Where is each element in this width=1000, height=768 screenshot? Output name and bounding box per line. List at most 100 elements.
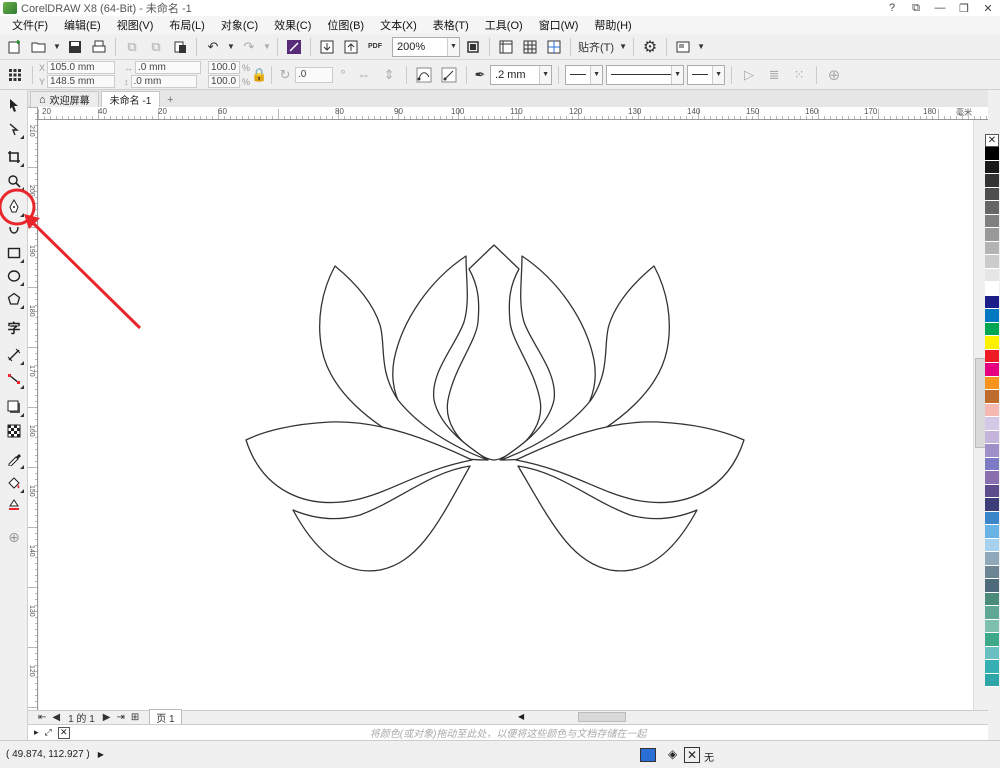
new-document-icon[interactable] [4,36,26,58]
scale-x-field[interactable]: 100.0 [208,61,241,74]
add-icon[interactable]: ⊕ [823,64,845,86]
text-tool-icon[interactable]: 字 [3,316,25,338]
options-gear-icon[interactable]: ⚙ [639,36,661,58]
color-swatch[interactable] [985,336,999,350]
color-swatch[interactable] [985,525,999,539]
shape-tool-icon[interactable] [3,118,25,140]
copy-icon[interactable]: ⧉ [145,36,167,58]
auto-close-curve-icon[interactable] [413,64,435,86]
menu-effects[interactable]: 效果(C) [266,17,319,33]
horizontal-ruler[interactable]: 20 40 20 60 80 90 100 110 120 130 140 15… [38,107,988,120]
interactive-fill-tool-icon[interactable] [3,472,25,494]
show-grid-icon[interactable] [519,36,541,58]
pen-preview-icon[interactable] [438,64,460,86]
object-origin-icon[interactable] [4,64,26,86]
launcher-dropdown-icon[interactable]: ▼ [696,36,706,58]
open-dropdown-icon[interactable]: ▼ [52,36,62,58]
color-swatch[interactable] [985,255,999,269]
connector-tool-icon[interactable] [3,368,25,390]
mirror-vertical-icon[interactable]: ⇕ [378,64,400,86]
color-swatch[interactable] [985,660,999,674]
redo-dropdown-icon[interactable]: ▼ [262,36,272,58]
scrollbar-thumb[interactable] [578,712,626,722]
menu-tools[interactable]: 工具(O) [477,17,531,33]
color-swatch[interactable] [985,403,999,417]
publish-pdf-icon[interactable]: PDF [364,36,386,58]
color-swatch[interactable] [985,268,999,282]
color-swatch[interactable] [985,552,999,566]
start-arrowhead-select[interactable]: ▼ [565,64,604,85]
color-swatch[interactable] [985,309,999,323]
ellipse-tool-icon[interactable] [3,265,25,287]
color-swatch[interactable] [985,633,999,647]
scroll-left-icon[interactable]: ◀ [518,712,524,721]
fill-bucket-icon[interactable]: ◈ [668,747,677,761]
new-tab-icon[interactable]: + [163,93,177,107]
color-swatch[interactable] [985,187,999,201]
color-swatch[interactable] [985,376,999,390]
color-swatch[interactable] [985,228,999,242]
drop-shadow-tool-icon[interactable] [3,396,25,418]
close-icon[interactable]: ✕ [976,0,1000,16]
no-color-swatch[interactable]: ✕ [57,726,70,739]
restore-app-icon[interactable]: ⧉ [904,0,928,16]
menu-file[interactable]: 文件(F) [4,17,56,33]
first-page-icon[interactable]: ⇤ [38,712,46,723]
parallel-dimension-tool-icon[interactable] [3,344,25,366]
minimize-icon[interactable]: — [928,0,952,16]
snap-to-button[interactable]: 贴齐(T) [576,36,616,58]
color-swatch[interactable] [985,390,999,404]
scale-y-field[interactable]: 100.0 [208,75,241,88]
show-rulers-icon[interactable] [495,36,517,58]
color-swatch[interactable] [985,241,999,255]
color-swatch[interactable] [985,201,999,215]
height-field[interactable]: .0 mm [130,75,197,88]
no-color-swatch[interactable]: ✕ [985,134,999,147]
save-icon[interactable] [64,36,86,58]
color-swatch[interactable] [985,430,999,444]
undo-dropdown-icon[interactable]: ▼ [226,36,236,58]
rectangle-tool-icon[interactable] [3,242,25,264]
zoom-tool-icon[interactable] [3,170,25,192]
color-swatch[interactable] [985,592,999,606]
application-launcher-icon[interactable] [672,36,694,58]
last-page-icon[interactable]: ⇥ [116,712,124,723]
next-page-icon[interactable]: ▶ [103,712,111,723]
eyedropper-icon[interactable]: ⤢ [45,727,52,738]
cut-icon[interactable]: ⧉ [121,36,143,58]
y-position-field[interactable]: 148.5 mm [47,75,116,88]
menu-view[interactable]: 视图(V) [109,17,162,33]
color-swatch[interactable] [985,322,999,336]
print-icon[interactable] [88,36,110,58]
color-swatch[interactable] [985,457,999,471]
show-guidelines-icon[interactable] [543,36,565,58]
color-eyedropper-tool-icon[interactable] [3,448,25,470]
tab-welcome-screen[interactable]: ⌂ 欢迎屏幕 [30,91,99,107]
menu-window[interactable]: 窗口(W) [531,17,587,33]
color-swatch[interactable] [985,349,999,363]
menu-edit[interactable]: 编辑(E) [56,17,109,33]
width-field[interactable]: .0 mm [135,61,202,74]
color-swatch[interactable] [985,471,999,485]
menu-table[interactable]: 表格(T) [425,17,477,33]
horizontal-scrollbar[interactable]: ◀ [518,712,973,723]
color-swatch[interactable] [985,673,999,687]
search-content-icon[interactable] [283,36,305,58]
color-swatch[interactable] [985,295,999,309]
import-icon[interactable] [316,36,338,58]
menu-text[interactable]: 文本(X) [372,17,425,33]
help-icon[interactable]: ? [880,0,904,16]
tab-untitled-1[interactable]: 未命名 -1 [100,91,161,107]
color-swatch[interactable] [985,498,999,512]
color-swatch[interactable] [985,484,999,498]
vertical-ruler[interactable]: 210 200 190 180 170 160 150 140 130 120 [28,107,38,710]
status-expand-icon[interactable]: ▶ [98,750,104,759]
full-screen-icon[interactable] [462,36,484,58]
color-swatch[interactable] [985,511,999,525]
color-swatch[interactable] [985,646,999,660]
color-swatch[interactable] [985,363,999,377]
open-icon[interactable] [28,36,50,58]
mirror-horizontal-icon[interactable]: ⇔ [353,64,375,86]
color-proofing-icon[interactable] [640,748,656,762]
color-swatch[interactable] [985,538,999,552]
